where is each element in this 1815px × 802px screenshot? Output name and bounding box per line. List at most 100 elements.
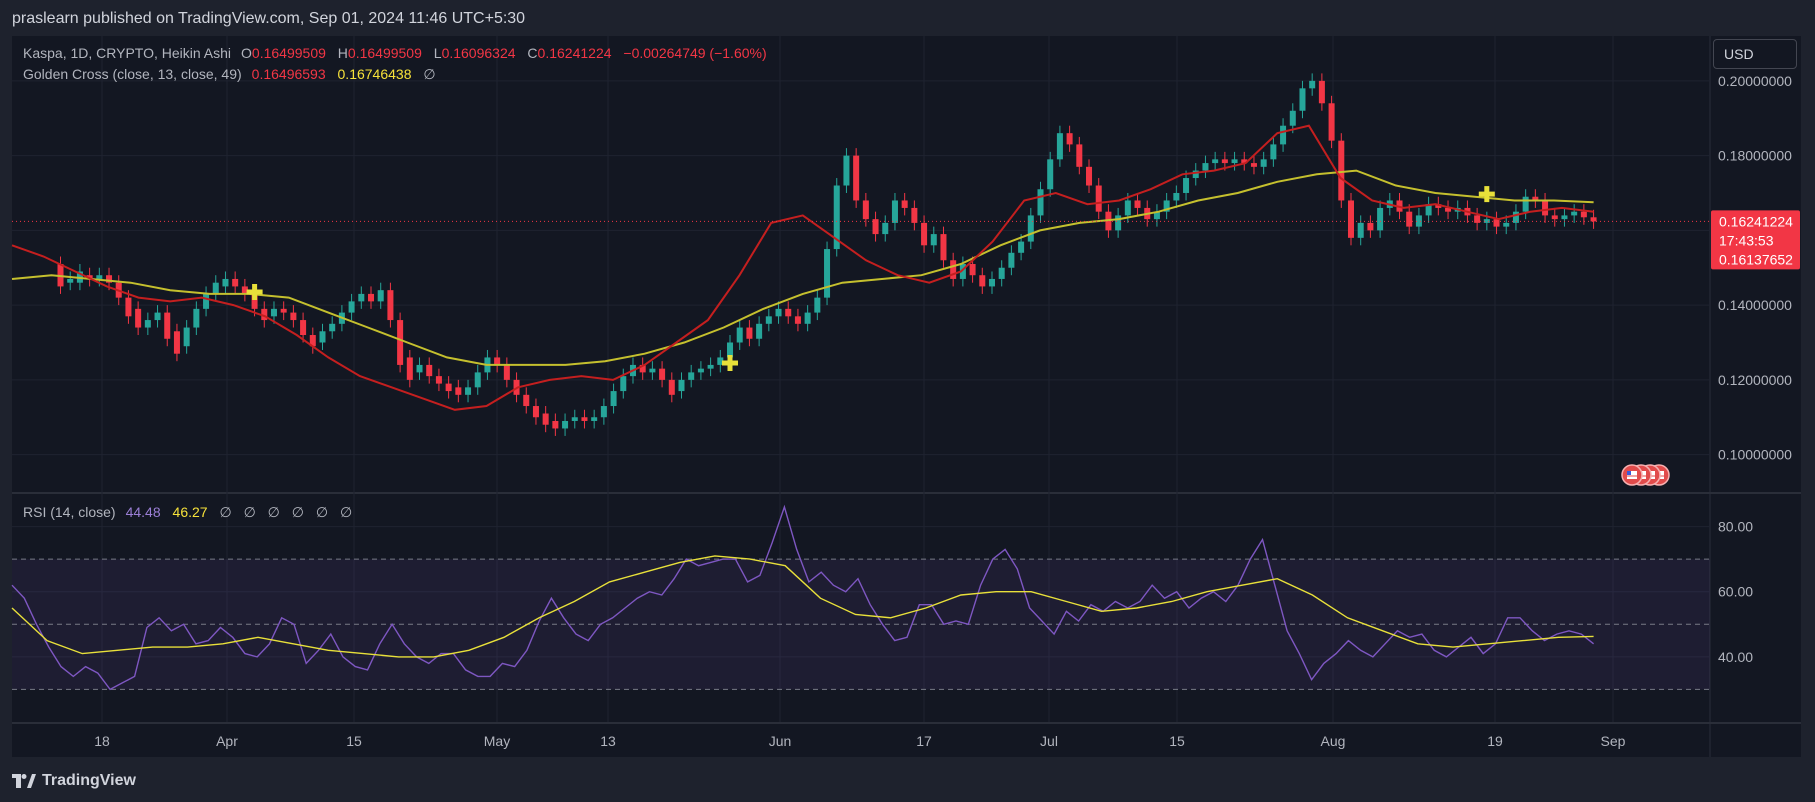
candle-body[interactable] [125,297,132,317]
candle-body[interactable] [455,387,462,395]
candle-body[interactable] [1008,252,1015,268]
candle-body[interactable] [785,308,792,317]
candle-body[interactable] [1056,133,1063,160]
candle-body[interactable] [1590,217,1597,222]
candle-body[interactable] [950,260,957,279]
candle-body[interactable] [1580,211,1587,218]
candle-body[interactable] [765,316,772,324]
candle-body[interactable] [1250,163,1257,167]
candle-body[interactable] [154,312,161,321]
candle-body[interactable] [96,275,103,279]
candle-body[interactable] [872,219,879,235]
candle-body[interactable] [212,282,219,294]
candle-body[interactable] [1270,144,1277,160]
candle-body[interactable] [969,264,976,276]
candle-body[interactable] [562,420,569,429]
fast-ma-line[interactable] [11,124,1594,411]
candle-body[interactable] [1202,163,1209,171]
candle-body[interactable] [1309,80,1316,89]
candle-body[interactable] [203,293,210,309]
candle-body[interactable] [503,364,510,380]
candle-body[interactable] [1280,125,1287,145]
candle-body[interactable] [494,357,501,365]
candle-body[interactable] [581,417,588,421]
candle-body[interactable] [591,417,598,421]
candle-body[interactable] [358,293,365,302]
candle-body[interactable] [1134,200,1141,208]
chart-canvas[interactable]: 18 Apr 15 May 13 Jun 17 Jul 15 Aug 19 Sep 0.10000000… [0,0,1815,802]
candle-body[interactable] [1377,207,1384,231]
candle-body[interactable] [300,320,307,336]
candle-body[interactable] [1173,192,1180,201]
candle-body[interactable] [1115,215,1122,231]
candle-body[interactable] [1542,200,1549,216]
candle-body[interactable] [135,308,142,328]
candle-body[interactable] [814,297,821,313]
candle-body[interactable] [183,327,190,347]
candle-body[interactable] [1367,222,1374,231]
candle-body[interactable] [1212,159,1219,164]
candle-body[interactable] [921,222,928,246]
candle-body[interactable] [1231,159,1238,164]
candle-body[interactable] [668,379,675,395]
golden-cross-marker[interactable] [1478,186,1495,203]
candle-body[interactable] [67,278,74,283]
candle-body[interactable] [426,364,433,377]
candle-body[interactable] [1076,144,1083,167]
candle-body[interactable] [1406,211,1413,227]
candle-body[interactable] [1124,200,1131,216]
candle-body[interactable] [620,376,627,392]
golden-cross-marker[interactable] [246,284,263,300]
candle-body[interactable] [465,387,472,395]
candle-body[interactable] [377,290,384,302]
candle-body[interactable] [930,234,937,246]
candle-body[interactable] [1221,159,1228,164]
candle-body[interactable] [280,308,287,313]
candle-body[interactable] [1357,222,1364,238]
rsi-legend[interactable]: RSI (14, close) 44.48 46.27 ∅ ∅ ∅ ∅ ∅ ∅ [23,504,352,521]
candle-body[interactable] [600,406,607,418]
candle-body[interactable] [571,417,578,421]
candle-body[interactable] [1328,103,1335,141]
candle-body[interactable] [1086,166,1093,186]
slow-ma-line[interactable] [11,169,1594,366]
event-flag-icon[interactable] [1621,464,1643,486]
candle-body[interactable] [843,155,850,186]
candle-body[interactable] [1503,222,1510,227]
candle-body[interactable] [891,200,898,223]
golden-cross-marker[interactable] [722,355,738,371]
us-flag-events-icon[interactable] [1621,464,1670,486]
candle-body[interactable] [610,391,617,407]
currency-button[interactable]: USD [1713,39,1797,69]
candle-body[interactable] [746,327,753,339]
candle-body[interactable] [348,301,355,313]
candle-body[interactable] [1561,215,1568,220]
candle-body[interactable] [397,320,404,365]
candle-body[interactable] [552,420,559,429]
candle-body[interactable] [232,278,239,287]
candle-body[interactable] [445,383,452,392]
candle-body[interactable] [1347,200,1355,238]
candle-body[interactable] [1571,211,1578,216]
candle-body[interactable] [435,376,442,384]
candle-body[interactable] [1338,140,1345,201]
candle-body[interactable] [979,275,986,287]
candle-body[interactable] [1493,219,1500,227]
candle-body[interactable] [794,316,801,324]
candle-body[interactable] [1047,159,1054,190]
candle-body[interactable] [988,278,995,287]
candle-body[interactable] [542,413,549,425]
candle-body[interactable] [523,394,530,407]
candle-body[interactable] [804,312,811,324]
candle-body[interactable] [222,278,229,287]
candle-body[interactable] [1095,185,1102,212]
candle-body[interactable] [736,327,743,343]
candle-body[interactable] [649,368,656,373]
candle-body[interactable] [474,372,481,388]
candle-body[interactable] [707,364,714,369]
candle-body[interactable] [329,323,336,332]
candle-body[interactable] [775,308,782,317]
candle-body[interactable] [1522,196,1529,212]
candle-body[interactable] [697,368,704,373]
candle-body[interactable] [1027,215,1034,242]
